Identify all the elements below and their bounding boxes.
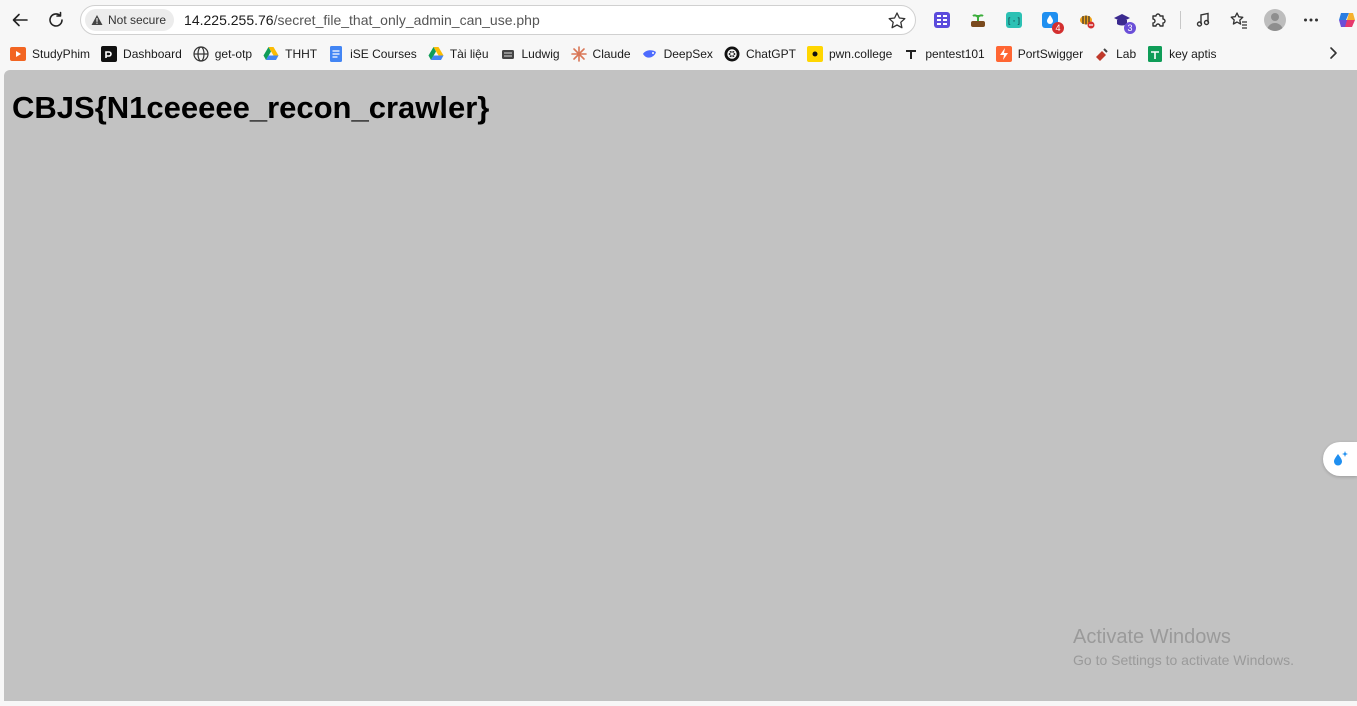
code-extension-icon: [·]	[1006, 12, 1022, 28]
security-label: Not secure	[108, 13, 167, 27]
ludwig-icon	[500, 46, 516, 62]
bookmark-claude[interactable]: Claude	[567, 42, 638, 66]
more-dots-icon	[1304, 18, 1318, 22]
favorite-star-icon[interactable]	[887, 11, 907, 31]
bookmark-label: key aptis	[1169, 47, 1217, 61]
address-bar[interactable]: Not secure 14.225.255.76/secret_file_tha…	[80, 5, 916, 35]
studyphim-icon	[10, 46, 26, 62]
portswigger-icon	[995, 46, 1012, 62]
sidebar-assistant-button[interactable]	[1323, 442, 1357, 476]
bookmark-label: pentest101	[925, 47, 985, 61]
dashboard-icon	[101, 46, 118, 62]
bookmark-label: PortSwigger	[1017, 47, 1084, 61]
deepseek-icon	[642, 46, 658, 62]
extension-5[interactable]	[1072, 6, 1100, 34]
sparkle-droplet-icon	[1334, 451, 1348, 466]
bookmark-thht[interactable]: THHT	[259, 42, 324, 66]
bookmark-tai-lieu[interactable]: Tài liệu	[424, 42, 496, 66]
site-info-button[interactable]: Not secure	[85, 9, 175, 31]
google-drive-icon	[428, 46, 444, 62]
copilot-icon	[1339, 13, 1355, 27]
bookmark-pentest101[interactable]: pentest101	[899, 42, 991, 66]
page-heading: CBJS{N1ceeeee_recon_crawler}	[12, 90, 490, 125]
bookmark-label: iSE Courses	[350, 47, 417, 61]
bookmark-lab[interactable]: Lab	[1090, 42, 1143, 66]
extension-4[interactable]: 4	[1036, 6, 1064, 34]
bookmark-dashboard[interactable]: Dashboard	[97, 42, 189, 66]
sheets-icon	[1147, 46, 1163, 62]
bookmark-ludwig[interactable]: Ludwig	[496, 42, 567, 66]
window-bottom-edge	[0, 701, 1357, 706]
url-text[interactable]: 14.225.255.76/secret_file_that_only_admi…	[184, 12, 540, 28]
bookmark-label: THHT	[285, 47, 318, 61]
bookmark-label: get-otp	[214, 47, 253, 61]
bookmark-pwn-college[interactable]: pwn.college	[803, 42, 899, 66]
favorites-button[interactable]	[1225, 6, 1253, 34]
pentest-icon	[903, 46, 919, 62]
bookmark-portswigger[interactable]: PortSwigger	[992, 42, 1090, 66]
music-note-icon	[1196, 12, 1210, 27]
bookmark-deepsex[interactable]: DeepSex	[638, 42, 720, 66]
bookmark-ise-courses[interactable]: iSE Courses	[324, 42, 424, 66]
extensions-menu-button[interactable]	[1144, 6, 1172, 34]
toolbar-separator	[1180, 11, 1181, 29]
favorites-list-icon	[1230, 12, 1247, 29]
reload-icon	[49, 11, 63, 27]
globe-icon	[193, 46, 209, 62]
url-path: /secret_file_that_only_admin_can_use.php	[273, 12, 540, 28]
plant-extension-icon	[971, 14, 985, 27]
extension-3[interactable]: [·]	[1000, 6, 1028, 34]
bookmark-label: pwn.college	[828, 47, 893, 61]
extension-6[interactable]: 3	[1108, 6, 1136, 34]
bookmarks-bar: StudyPhim Dashboard get-otp THHT iSE Cou…	[0, 41, 1357, 67]
bookmark-label: Claude	[592, 47, 631, 61]
browser-toolbar: Not secure 14.225.255.76/secret_file_tha…	[0, 0, 1357, 40]
extension-6-badge: 3	[1124, 22, 1136, 34]
extension-2[interactable]	[964, 6, 992, 34]
activate-windows-title: Activate Windows	[1073, 626, 1231, 648]
back-arrow-icon	[12, 13, 28, 27]
extensions-row: [·] 4 3	[928, 6, 1357, 34]
warning-triangle-icon	[91, 15, 103, 25]
bookmark-label: Ludwig	[521, 47, 560, 61]
bee-extension-icon	[1080, 15, 1095, 29]
google-drive-icon	[263, 46, 279, 62]
bookmark-label: Lab	[1116, 47, 1137, 61]
profile-button[interactable]	[1261, 6, 1289, 34]
avatar	[1264, 9, 1286, 31]
docs-icon	[328, 46, 344, 62]
bookmark-key-aptis[interactable]: key aptis	[1143, 42, 1223, 66]
chatgpt-icon	[724, 46, 740, 62]
page-viewport: CBJS{N1ceeeee_recon_crawler} Activate Wi…	[4, 70, 1357, 701]
bookmark-studyphim[interactable]: StudyPhim	[6, 42, 97, 66]
bookmark-label: ChatGPT	[745, 47, 796, 61]
back-button[interactable]	[4, 4, 36, 36]
activate-windows-subtitle: Go to Settings to activate Windows.	[1073, 652, 1294, 668]
reload-button[interactable]	[40, 4, 72, 36]
media-control-button[interactable]	[1189, 6, 1217, 34]
lab-icon	[1094, 46, 1110, 62]
url-host: 14.225.255.76	[184, 12, 274, 28]
bookmark-label: StudyPhim	[32, 47, 91, 61]
bookmark-chatgpt[interactable]: ChatGPT	[720, 42, 803, 66]
bookmark-label: Tài liệu	[449, 47, 489, 61]
more-menu-button[interactable]	[1297, 6, 1325, 34]
chevron-right-icon[interactable]	[1325, 45, 1341, 61]
claude-icon	[570, 46, 587, 62]
svg-text:[·]: [·]	[1007, 17, 1021, 26]
bookmark-label: DeepSex	[663, 47, 713, 61]
extension-1[interactable]	[928, 6, 956, 34]
bookmark-label: Dashboard	[123, 47, 182, 61]
puzzle-icon	[1152, 13, 1166, 27]
extension-4-badge: 4	[1052, 22, 1064, 34]
grid-extension-icon	[934, 12, 950, 28]
bookmark-get-otp[interactable]: get-otp	[189, 42, 259, 66]
copilot-button[interactable]	[1333, 6, 1357, 34]
pwn-college-icon	[806, 46, 823, 62]
